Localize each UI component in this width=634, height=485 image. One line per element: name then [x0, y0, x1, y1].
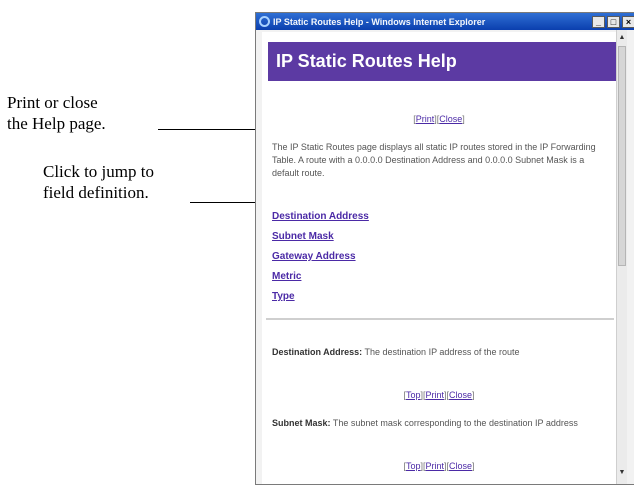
field-link-type[interactable]: Type: [272, 287, 369, 307]
section-nav-links: [Top][Print][Close]: [262, 390, 616, 400]
internet-explorer-icon: [259, 16, 270, 27]
field-link-gateway-address[interactable]: Gateway Address: [272, 247, 369, 267]
vertical-scrollbar[interactable]: ▲ ▼: [616, 30, 627, 484]
print-close-callout-line2: the Help page.: [7, 114, 106, 133]
nav-bracket: ]: [462, 114, 465, 124]
print-link[interactable]: Print: [425, 390, 444, 400]
nav-bracket: ]: [472, 461, 475, 471]
jump-callout: Click to jump to field definition.: [43, 161, 154, 203]
intro-paragraph: The IP Static Routes page displays all s…: [272, 142, 596, 178]
jump-callout-line2: field definition.: [43, 183, 149, 202]
top-link[interactable]: Top: [406, 390, 421, 400]
close-window-button[interactable]: ×: [622, 15, 634, 28]
top-link[interactable]: Top: [406, 461, 421, 471]
close-link[interactable]: Close: [449, 461, 472, 471]
print-link[interactable]: Print: [425, 461, 444, 471]
page-heading: IP Static Routes Help: [268, 42, 623, 81]
minimize-button[interactable]: _: [592, 15, 605, 28]
maximize-button[interactable]: □: [607, 15, 620, 28]
field-links-list: Destination Address Subnet Mask Gateway …: [272, 207, 369, 307]
definition-text: The subnet mask corresponding to the des…: [330, 418, 578, 428]
window-titlebar[interactable]: IP Static Routes Help - Windows Internet…: [256, 13, 634, 30]
top-nav-links: [Print][Close]: [262, 114, 616, 124]
definition-text: The destination IP address of the route: [362, 347, 520, 357]
print-link[interactable]: Print: [416, 114, 435, 124]
print-close-callout-line1: Print or close: [7, 93, 98, 112]
window-title: IP Static Routes Help - Windows Internet…: [273, 16, 486, 27]
help-page-content: IP Static Routes Help [Print][Close] The…: [262, 32, 623, 484]
definition-subnet-mask: Subnet Mask: The subnet mask correspondi…: [272, 417, 612, 430]
field-link-destination-address[interactable]: Destination Address: [272, 207, 369, 227]
field-link-subnet-mask[interactable]: Subnet Mask: [272, 227, 369, 247]
jump-callout-line1: Click to jump to: [43, 162, 154, 181]
scroll-down-arrow-icon[interactable]: ▼: [617, 467, 627, 478]
scroll-thumb[interactable]: [618, 46, 626, 266]
definition-term: Destination Address:: [272, 347, 363, 357]
close-link[interactable]: Close: [439, 114, 462, 124]
browser-window: IP Static Routes Help - Windows Internet…: [255, 12, 634, 485]
section-nav-links: [Top][Print][Close]: [262, 461, 616, 471]
nav-bracket: ]: [472, 390, 475, 400]
definition-term: Subnet Mask:: [272, 418, 331, 428]
close-link[interactable]: Close: [449, 390, 472, 400]
print-close-callout: Print or close the Help page.: [7, 92, 106, 134]
scroll-up-arrow-icon[interactable]: ▲: [617, 32, 627, 43]
section-divider: [266, 318, 614, 320]
field-link-metric[interactable]: Metric: [272, 267, 369, 287]
jump-pointer-line: [190, 202, 263, 203]
definition-destination-address: Destination Address: The destination IP …: [272, 346, 612, 359]
